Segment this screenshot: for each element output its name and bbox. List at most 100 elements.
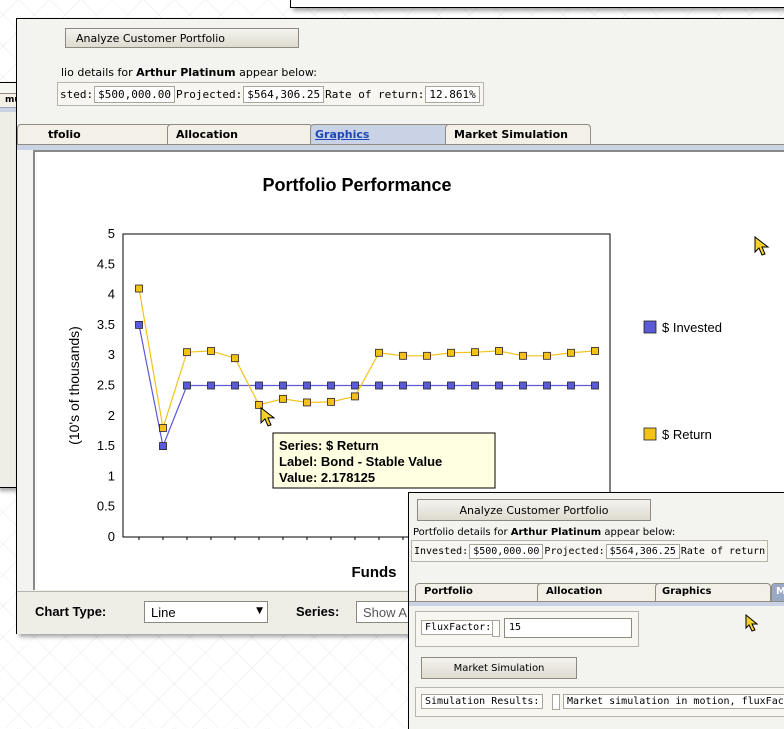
data-point bbox=[591, 381, 599, 390]
front-summary-fields: Invested: $500,000.00 Projected: $564,30… bbox=[411, 540, 769, 562]
front-tab-graphics[interactable]: Graphics bbox=[655, 583, 771, 601]
y-tick-label: 0.5 bbox=[97, 499, 115, 514]
data-point bbox=[543, 351, 551, 360]
flux-factor-input[interactable]: 15 bbox=[504, 618, 632, 638]
front-projected-value: $564,306.25 bbox=[605, 543, 680, 559]
front-tab-portfolio[interactable]: Portfolio bbox=[415, 583, 545, 601]
front-customer-name: Arthur Platinum bbox=[510, 527, 602, 538]
results-value: Market simulation in motion, fluxFactor bbox=[563, 694, 784, 709]
data-point bbox=[495, 347, 503, 355]
series-label: Series: bbox=[296, 604, 340, 619]
chart-title: Portfolio Performance bbox=[262, 175, 451, 195]
data-point bbox=[543, 381, 551, 390]
data-point bbox=[351, 381, 359, 390]
tab-market-simulation[interactable]: Market Simulation bbox=[445, 124, 591, 144]
front-invested-value: $500,000.00 bbox=[469, 543, 544, 559]
y-tick-label: 3 bbox=[108, 347, 115, 362]
data-point bbox=[423, 381, 431, 390]
data-point bbox=[351, 392, 359, 401]
data-point bbox=[447, 348, 455, 357]
analyze-portfolio-button[interactable]: Analyze Customer Portfolio bbox=[65, 28, 299, 48]
tab-graphics[interactable]: Graphics bbox=[310, 124, 452, 144]
rate-label: Rate of return: bbox=[325, 87, 425, 101]
data-point bbox=[519, 351, 527, 360]
y-tick-label: 5 bbox=[108, 226, 115, 241]
customer-name: Arthur Platinum bbox=[136, 66, 236, 79]
front-analyze-button[interactable]: Analyze Customer Portfolio bbox=[417, 499, 651, 521]
market-simulation-button[interactable]: Market Simulation bbox=[421, 657, 577, 679]
front-tab-market-label: M bbox=[776, 586, 784, 597]
data-point bbox=[567, 381, 575, 390]
data-point bbox=[591, 347, 599, 355]
front-details-suffix: appear below: bbox=[601, 527, 676, 538]
projected-value: $564,306.25 bbox=[243, 85, 325, 103]
data-point bbox=[399, 351, 407, 360]
front-rate-label: Rate of return bbox=[680, 545, 766, 557]
data-point bbox=[159, 424, 167, 432]
y-tick-label: 4 bbox=[108, 287, 115, 302]
data-point bbox=[471, 381, 479, 390]
tooltip-label: Label: Bond - Stable Value bbox=[279, 454, 442, 469]
tab-market-simulation-label: Market Simulation bbox=[454, 128, 568, 141]
data-point bbox=[135, 284, 143, 293]
results-label: Simulation Results: bbox=[421, 694, 544, 709]
front-invested-label: Invested: bbox=[414, 545, 469, 557]
legend-label: $ Invested bbox=[662, 320, 722, 335]
rate-value: 12.861% bbox=[425, 85, 480, 103]
data-point bbox=[255, 400, 263, 409]
details-suffix: appear below: bbox=[235, 66, 318, 79]
data-point bbox=[399, 381, 407, 390]
invested-value: $500,000.00 bbox=[94, 85, 175, 103]
y-axis-label: (10's of thousands) bbox=[66, 326, 82, 445]
tab-allocation[interactable]: Allocation bbox=[167, 124, 313, 144]
background-window-top bbox=[290, 0, 784, 8]
tab-portfolio-label: tfolio bbox=[48, 128, 81, 141]
data-point bbox=[375, 381, 383, 390]
flux-value: 15 bbox=[509, 622, 522, 633]
data-point bbox=[255, 381, 263, 390]
front-window: Analyze Customer Portfolio Portfolio det… bbox=[408, 492, 784, 729]
analyze-button-label: Analyze Customer Portfolio bbox=[76, 31, 226, 45]
portfolio-details-line: lio details for Arthur Platinum appear b… bbox=[61, 66, 317, 79]
details-prefix: lio details for bbox=[61, 66, 137, 79]
tooltip-series: Series: $ Return bbox=[279, 438, 379, 453]
data-point bbox=[423, 351, 431, 360]
chevron-down-icon: ▼ bbox=[256, 606, 263, 616]
tab-allocation-label: Allocation bbox=[176, 128, 238, 141]
front-results-row: Simulation Results: Market simulation in… bbox=[415, 687, 784, 717]
data-point bbox=[279, 394, 287, 403]
front-tab-bar: Portfolio Allocation Graphics M bbox=[409, 583, 784, 603]
tooltip-value: Value: 2.178125 bbox=[279, 470, 375, 485]
chart-type-select[interactable]: Line ▼ bbox=[144, 601, 268, 623]
y-tick-label: 1.5 bbox=[97, 438, 115, 453]
data-point bbox=[495, 381, 503, 390]
front-analyze-label: Analyze Customer Portfolio bbox=[459, 503, 609, 517]
data-point bbox=[303, 381, 311, 390]
front-tab-portfolio-label: Portfolio bbox=[424, 586, 473, 597]
x-axis-label: Funds bbox=[352, 564, 397, 581]
data-point bbox=[159, 442, 167, 451]
y-tick-label: 0 bbox=[108, 529, 115, 544]
tab-graphics-label: Graphics bbox=[315, 128, 370, 141]
data-point bbox=[327, 397, 335, 406]
tab-portfolio[interactable]: tfolio bbox=[17, 124, 185, 144]
legend-swatch bbox=[643, 427, 657, 441]
data-point bbox=[375, 348, 383, 357]
data-point bbox=[447, 381, 455, 390]
front-details-line: Portfolio details for Arthur Platinum ap… bbox=[413, 527, 675, 538]
chart-type-value: Line bbox=[151, 605, 176, 620]
data-point bbox=[327, 381, 335, 390]
data-point bbox=[279, 381, 287, 390]
front-flux-row: FluxFactor: 15 bbox=[415, 611, 639, 647]
y-tick-label: 2 bbox=[108, 408, 115, 423]
summary-fields: sted: $500,000.00 Projected: $564,306.25… bbox=[57, 82, 484, 106]
projected-label: Projected: bbox=[175, 87, 243, 101]
invested-label: sted: bbox=[60, 87, 94, 101]
front-tab-allocation[interactable]: Allocation bbox=[537, 583, 663, 601]
front-projected-label: Projected: bbox=[544, 545, 605, 557]
front-tab-strip bbox=[409, 601, 784, 606]
front-tab-market[interactable]: M bbox=[771, 583, 784, 601]
flux-spacer bbox=[492, 620, 500, 637]
sim-button-label: Market Simulation bbox=[453, 662, 545, 674]
data-point bbox=[207, 381, 215, 390]
